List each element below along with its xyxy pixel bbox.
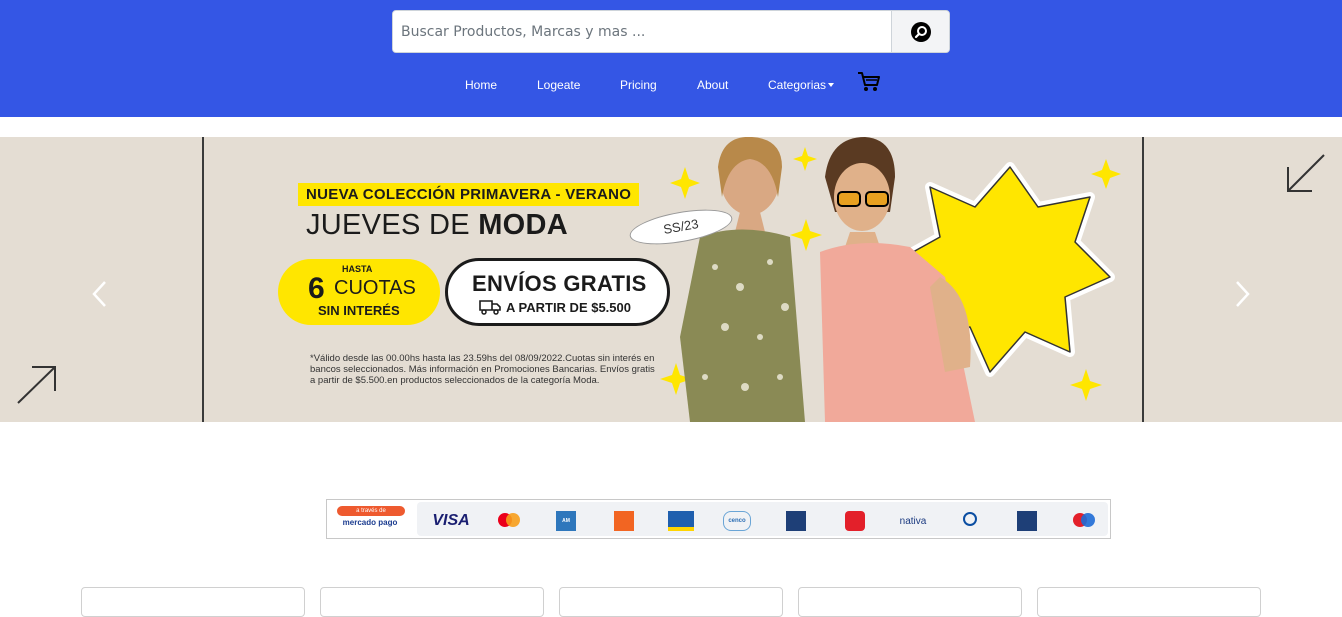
- maestro-logo: [1070, 511, 1098, 531]
- nativa-logo: nativa: [899, 515, 927, 527]
- envios-badge: ENVÍOS GRATIS A PARTIR DE $5.500: [445, 258, 670, 326]
- cuotas-number: 6: [308, 272, 325, 305]
- mp-label: a través de: [337, 506, 405, 516]
- envios-title: ENVÍOS GRATIS: [472, 271, 647, 296]
- cabal-logo-1: [668, 511, 694, 531]
- nav-login[interactable]: Logeate: [537, 78, 580, 92]
- banner-title-light: JUEVES DE: [306, 209, 479, 241]
- cencosud-logo: cenco: [723, 511, 751, 531]
- card-logos: VISA AM cenco nativa: [417, 502, 1108, 536]
- diners-logo: [955, 511, 985, 531]
- truck-icon: [479, 300, 501, 315]
- product-card[interactable]: [81, 587, 305, 617]
- product-card[interactable]: [320, 587, 544, 617]
- banner-title: JUEVES DE MODA: [306, 209, 568, 242]
- payment-methods-banner: a través de mercado pago VISA AM cenco n…: [326, 499, 1111, 539]
- nav-categories-label: Categorias: [768, 78, 827, 92]
- amex-logo: AM: [556, 511, 576, 531]
- argencard-logo: [845, 511, 865, 531]
- cabal-logo-2: [786, 511, 806, 531]
- banner-title-bold: MODA: [478, 209, 569, 241]
- nav-pricing[interactable]: Pricing: [620, 78, 657, 92]
- product-card[interactable]: [798, 587, 1022, 617]
- cuotas-badge: HASTA 6 CUOTAS SIN INTERÉS: [278, 259, 440, 325]
- cuotas-label: CUOTAS: [334, 277, 416, 299]
- nav-categories-dropdown[interactable]: Categorias: [768, 78, 835, 92]
- product-card[interactable]: [559, 587, 783, 617]
- search-input[interactable]: [393, 11, 891, 52]
- cabal-logo-3: [1017, 511, 1037, 531]
- hero-carousel: NUEVA COLECCIÓN PRIMAVERA - VERANO JUEVE…: [0, 137, 1342, 422]
- mercadopago-logo: a través de mercado pago: [335, 504, 405, 534]
- nav-home[interactable]: Home: [465, 78, 497, 92]
- search-icon: [910, 21, 931, 42]
- top-navbar: Home Logeate Pricing About Categorias: [0, 0, 1342, 117]
- carousel-next-icon[interactable]: [1232, 279, 1252, 309]
- banner-tag: NUEVA COLECCIÓN PRIMAVERA - VERANO: [298, 183, 640, 206]
- carousel-prev-icon[interactable]: [90, 279, 110, 309]
- cuotas-sin-interes: SIN INTERÉS: [318, 303, 400, 318]
- naranja-logo: [614, 511, 634, 531]
- frame-line-right: [1142, 137, 1144, 422]
- envios-subtitle: A PARTIR DE $5.500: [506, 300, 631, 315]
- caret-down-icon: [828, 83, 835, 87]
- frame-line-left: [202, 137, 204, 422]
- cart-icon[interactable]: [857, 71, 881, 93]
- mp-name: mercado pago: [342, 518, 398, 527]
- product-cards-row: [0, 587, 1342, 617]
- nav-menu: Home Logeate Pricing About Categorias: [0, 72, 1342, 102]
- search-bar: [392, 10, 950, 53]
- product-card[interactable]: [1037, 587, 1261, 617]
- cuotas-hasta: HASTA: [342, 264, 373, 274]
- legal-text: *Válido desde las 00.00hs hasta las 23.5…: [310, 353, 655, 386]
- search-button[interactable]: [891, 11, 949, 52]
- mastercard-logo: [493, 511, 525, 531]
- visa-logo: VISA: [432, 512, 470, 529]
- nav-about[interactable]: About: [697, 78, 728, 92]
